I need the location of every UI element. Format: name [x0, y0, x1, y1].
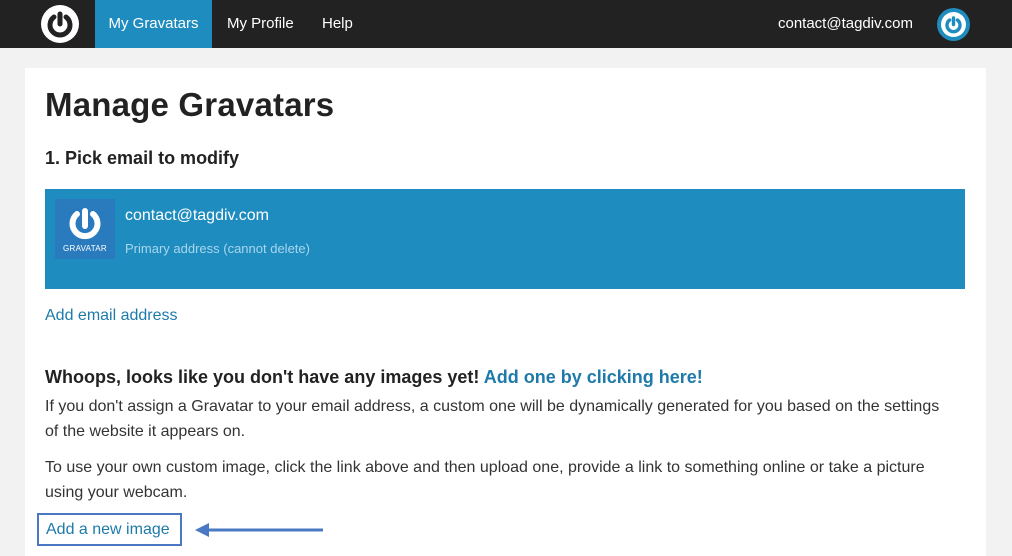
manage-gravatars-card: Manage Gravatars 1. Pick email to modify…	[25, 68, 986, 556]
arrow-left-icon	[195, 523, 323, 537]
email-primary-note: Primary address (cannot delete)	[125, 241, 310, 256]
email-row-selected[interactable]: GRAVATAR contact@tagdiv.com Primary addr…	[45, 189, 965, 289]
nav-my-gravatars[interactable]: My Gravatars	[95, 0, 212, 48]
add-email-link[interactable]: Add email address	[45, 307, 178, 325]
add-one-link[interactable]: Add one by clicking here!	[484, 367, 703, 387]
avatar-label: GRAVATAR	[62, 244, 108, 253]
gravatar-avatar-icon[interactable]	[937, 8, 970, 41]
gravatar-logo-icon[interactable]	[41, 5, 79, 43]
add-new-image-link[interactable]: Add a new image	[37, 513, 182, 546]
nav-help[interactable]: Help	[307, 0, 368, 48]
account-email[interactable]: contact@tagdiv.com	[778, 0, 913, 48]
gravatar-avatar-thumbnail: GRAVATAR	[55, 199, 115, 259]
nav-my-profile[interactable]: My Profile	[212, 0, 309, 48]
info-paragraph-1: If you don't assign a Gravatar to your e…	[45, 398, 940, 440]
top-navigation-bar: My Gravatars My Profile Help contact@tag…	[0, 0, 1012, 48]
step-title: 1. Pick email to modify	[45, 148, 240, 168]
info-paragraph-2: To use your own custom image, click the …	[45, 459, 925, 501]
page-title: Manage Gravatars	[45, 86, 335, 123]
email-address: contact@tagdiv.com	[125, 207, 270, 224]
no-images-heading: Whoops, looks like you don't have any im…	[45, 367, 703, 388]
no-images-text: Whoops, looks like you don't have any im…	[45, 367, 480, 387]
